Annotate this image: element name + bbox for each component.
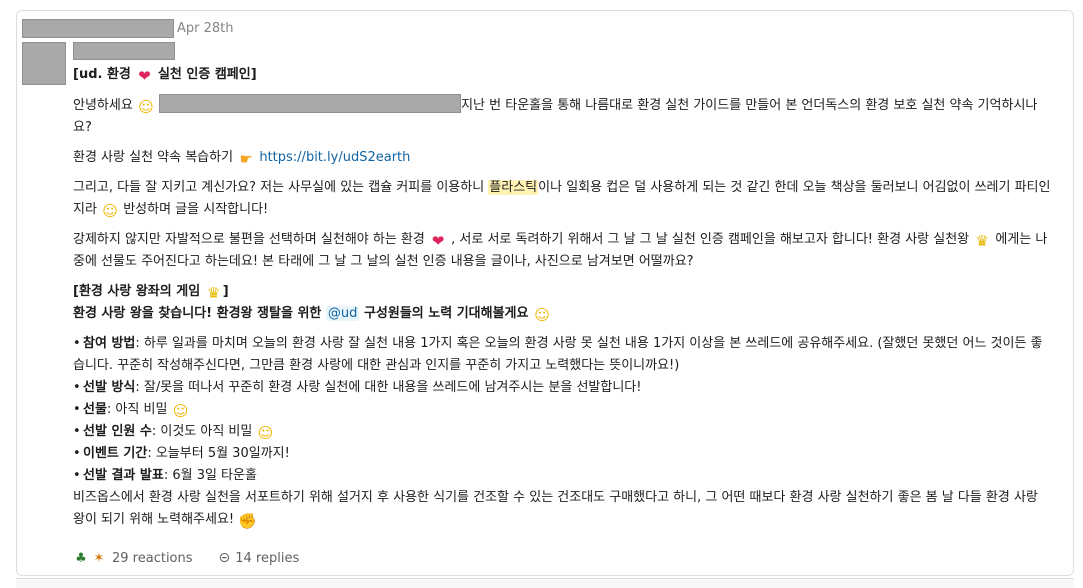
winking-face-icon: ☺ (534, 306, 550, 324)
intro-paragraph: 안녕하세요 ☺ 지난 번 타운홀을 통해 나름대로 환경 실천 가이드를 만들어… (73, 94, 1053, 139)
list-item: • 이벤트 기간: 오늘부터 5월 30일까지! (73, 446, 290, 461)
deciduous-tree-icon: ♣ (75, 551, 87, 566)
red-heart-icon: ❤ (138, 67, 151, 85)
redacted-previous-author (22, 18, 174, 38)
rules-list: • 참여 방법: 하루 일과를 마치며 오늘의 환경 사랑 잘 실천 내용 1가지… (73, 333, 1053, 487)
message-body: [ud. 환경 ❤ 실천 인증 캠페인] 안녕하세요 ☺ 지난 번 타운홀을 통… (73, 64, 1053, 531)
highlighted-keyword: 플라스틱 (488, 180, 539, 195)
shushing-face-icon: ☺ (257, 424, 274, 442)
crown-icon: ♛ (206, 284, 221, 302)
redacted-author-name[interactable] (73, 42, 175, 60)
flexed-biceps-icon: ✊ (238, 512, 257, 530)
smiling-face-icon: ☺ (138, 98, 154, 116)
avatar[interactable] (22, 42, 66, 85)
list-item: • 참여 방법: 하루 일과를 마치며 오늘의 환경 사랑 잘 실천 내용 1가지… (73, 336, 1043, 373)
red-heart-icon: ❤ (431, 232, 445, 250)
review-link[interactable]: https://bit.ly/udS2earth (259, 150, 410, 165)
reactions-summary[interactable]: ♣ ✶ 29 reactions (73, 550, 193, 567)
thread-replies-icon: ⊝ (218, 550, 231, 566)
closing-paragraph: 비즈옵스에서 환경 사랑 실천을 서포트하기 위해 설거지 후 사용한 식기를 … (73, 490, 1038, 530)
review-paragraph: 환경 사랑 실천 약속 복습하기 ☛ https://bit.ly/udS2ea… (73, 150, 411, 168)
party-popper-icon: ✶ (93, 551, 105, 566)
reactions-count[interactable]: 29 reactions (112, 551, 193, 566)
list-item: • 선물: 아직 비밀 ☺ (73, 402, 189, 420)
face-with-rolling-eyes-icon: ☺ (102, 202, 118, 220)
backhand-index-pointing-right-icon: ☛ (239, 150, 253, 168)
list-item: • 선발 인원 수: 이것도 아직 비밀 ☺ (73, 424, 274, 442)
shushing-face-icon: ☺ (172, 402, 189, 420)
list-item: • 선발 결과 발표: 6월 3일 타운홀 (73, 468, 257, 483)
replies-count[interactable]: 14 replies (235, 551, 299, 566)
ud-mention[interactable]: @ud (325, 306, 360, 321)
redacted-mention (159, 94, 462, 113)
message-footer: ♣ ✶ 29 reactions ⊝ 14 replies (73, 547, 299, 569)
capsule-coffee-paragraph: 그리고, 다들 잘 지키고 계신가요? 저는 사무실에 있는 캡슐 커피를 이용… (73, 180, 1051, 220)
previous-message-date[interactable]: Apr 28th (177, 21, 234, 36)
campaign-title: [ud. 환경 ❤ 실천 인증 캠페인] (73, 67, 257, 85)
crown-icon: ♛ (975, 232, 989, 250)
call-to-action: 환경 사랑 왕을 찾습니다! 환경왕 쟁탈을 위한 @ud 구성원들의 노력 기… (73, 306, 550, 324)
game-title: [환경 사랑 왕좌의 게임 ♛] (73, 284, 229, 302)
list-item: • 선발 방식: 잘/못을 떠나서 꾸준히 환경 사랑 실천에 대한 내용을 쓰레… (73, 380, 642, 395)
campaign-description-paragraph: 강제하지 않지만 자발적으로 불편을 선택하며 실천해야 하는 환경 ❤ , 서… (73, 232, 1048, 269)
previous-message-row: Apr 28th (22, 18, 234, 38)
message-card: Apr 28th [ud. 환경 ❤ 실천 인증 캠페인] 안녕하세요 ☺ 지난… (16, 10, 1074, 576)
replies-summary[interactable]: ⊝ 14 replies (219, 550, 300, 566)
